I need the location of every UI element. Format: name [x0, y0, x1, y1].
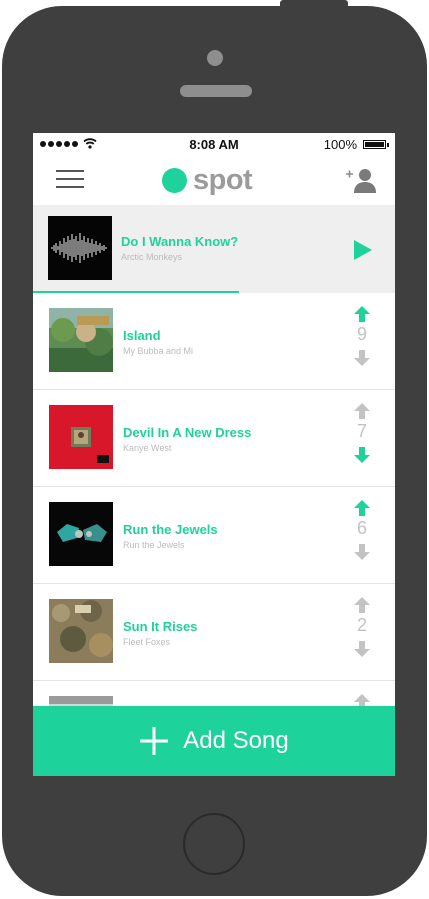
front-camera — [207, 50, 223, 66]
arrow-down-icon[interactable] — [353, 640, 371, 658]
album-art-run-the-jewels — [49, 502, 113, 566]
battery-icon — [363, 140, 389, 149]
song-artist: Kanye West — [123, 443, 172, 453]
home-button[interactable] — [183, 813, 245, 875]
song-title: Run the Jewels — [123, 522, 218, 537]
arrow-down-icon[interactable] — [353, 446, 371, 464]
play-icon[interactable] — [353, 239, 373, 261]
app-header: spot — [33, 155, 395, 206]
vote-control: 7 — [347, 402, 377, 478]
now-playing-title: Do I Wanna Know? — [121, 234, 239, 249]
song-artist: Run the Jewels — [123, 540, 185, 550]
song-title: Devil In A New Dress — [123, 425, 252, 440]
song-title: Sun It Rises — [123, 619, 198, 634]
app-screen: 8:08 AM 100% spot Do I Wanna Know? Arcti… — [33, 133, 395, 776]
vote-control: 9 — [347, 305, 377, 381]
album-art-sun-it-rises — [49, 599, 113, 663]
song-artist: Fleet Foxes — [123, 637, 171, 647]
logo-text: spot — [193, 163, 253, 196]
menu-icon[interactable] — [56, 169, 84, 189]
now-playing[interactable]: Do I Wanna Know? Arctic Monkeys — [33, 205, 395, 293]
song-artist: My Bubba and Mi — [123, 346, 194, 356]
queue-item[interactable]: Devil In A New Dress Kanye West 7 — [33, 390, 395, 487]
song-title: Island — [123, 328, 161, 343]
arrow-up-icon[interactable] — [353, 402, 371, 420]
vote-count: 7 — [356, 421, 367, 441]
vote-control: 2 — [347, 596, 377, 672]
album-art-devil-in-a-new-dress — [49, 405, 113, 469]
arrow-up-icon[interactable] — [353, 499, 371, 517]
album-art-island — [49, 308, 113, 372]
add-song-button[interactable]: Add Song — [33, 706, 395, 776]
power-button[interactable] — [280, 0, 348, 9]
vote-count: 2 — [356, 615, 367, 635]
battery-percent: 100% — [323, 137, 357, 152]
vote-count: 9 — [356, 324, 367, 344]
vote-count: 6 — [356, 518, 367, 538]
queue-item[interactable]: Sun It Rises Fleet Foxes 2 — [33, 584, 395, 681]
song-queue: Island My Bubba and Mi 9 Devil In A New … — [33, 293, 395, 776]
arrow-down-icon[interactable] — [353, 349, 371, 367]
arrow-down-icon[interactable] — [353, 543, 371, 561]
now-playing-artist: Arctic Monkeys — [121, 252, 183, 262]
plus-icon — [140, 727, 169, 755]
app-logo: spot — [162, 163, 253, 197]
add-song-label: Add Song — [183, 727, 289, 754]
album-art-now-playing — [48, 216, 112, 280]
queue-item[interactable]: Island My Bubba and Mi 9 — [33, 293, 395, 390]
add-person-icon[interactable] — [344, 166, 376, 194]
earpiece-speaker — [180, 85, 252, 97]
status-bar: 8:08 AM 100% — [33, 133, 395, 155]
vote-control: 6 — [347, 499, 377, 575]
queue-item[interactable]: Run the Jewels Run the Jewels 6 — [33, 487, 395, 584]
logo-dot-icon — [162, 167, 187, 193]
arrow-up-icon[interactable] — [353, 596, 371, 614]
arrow-up-icon[interactable] — [353, 305, 371, 323]
